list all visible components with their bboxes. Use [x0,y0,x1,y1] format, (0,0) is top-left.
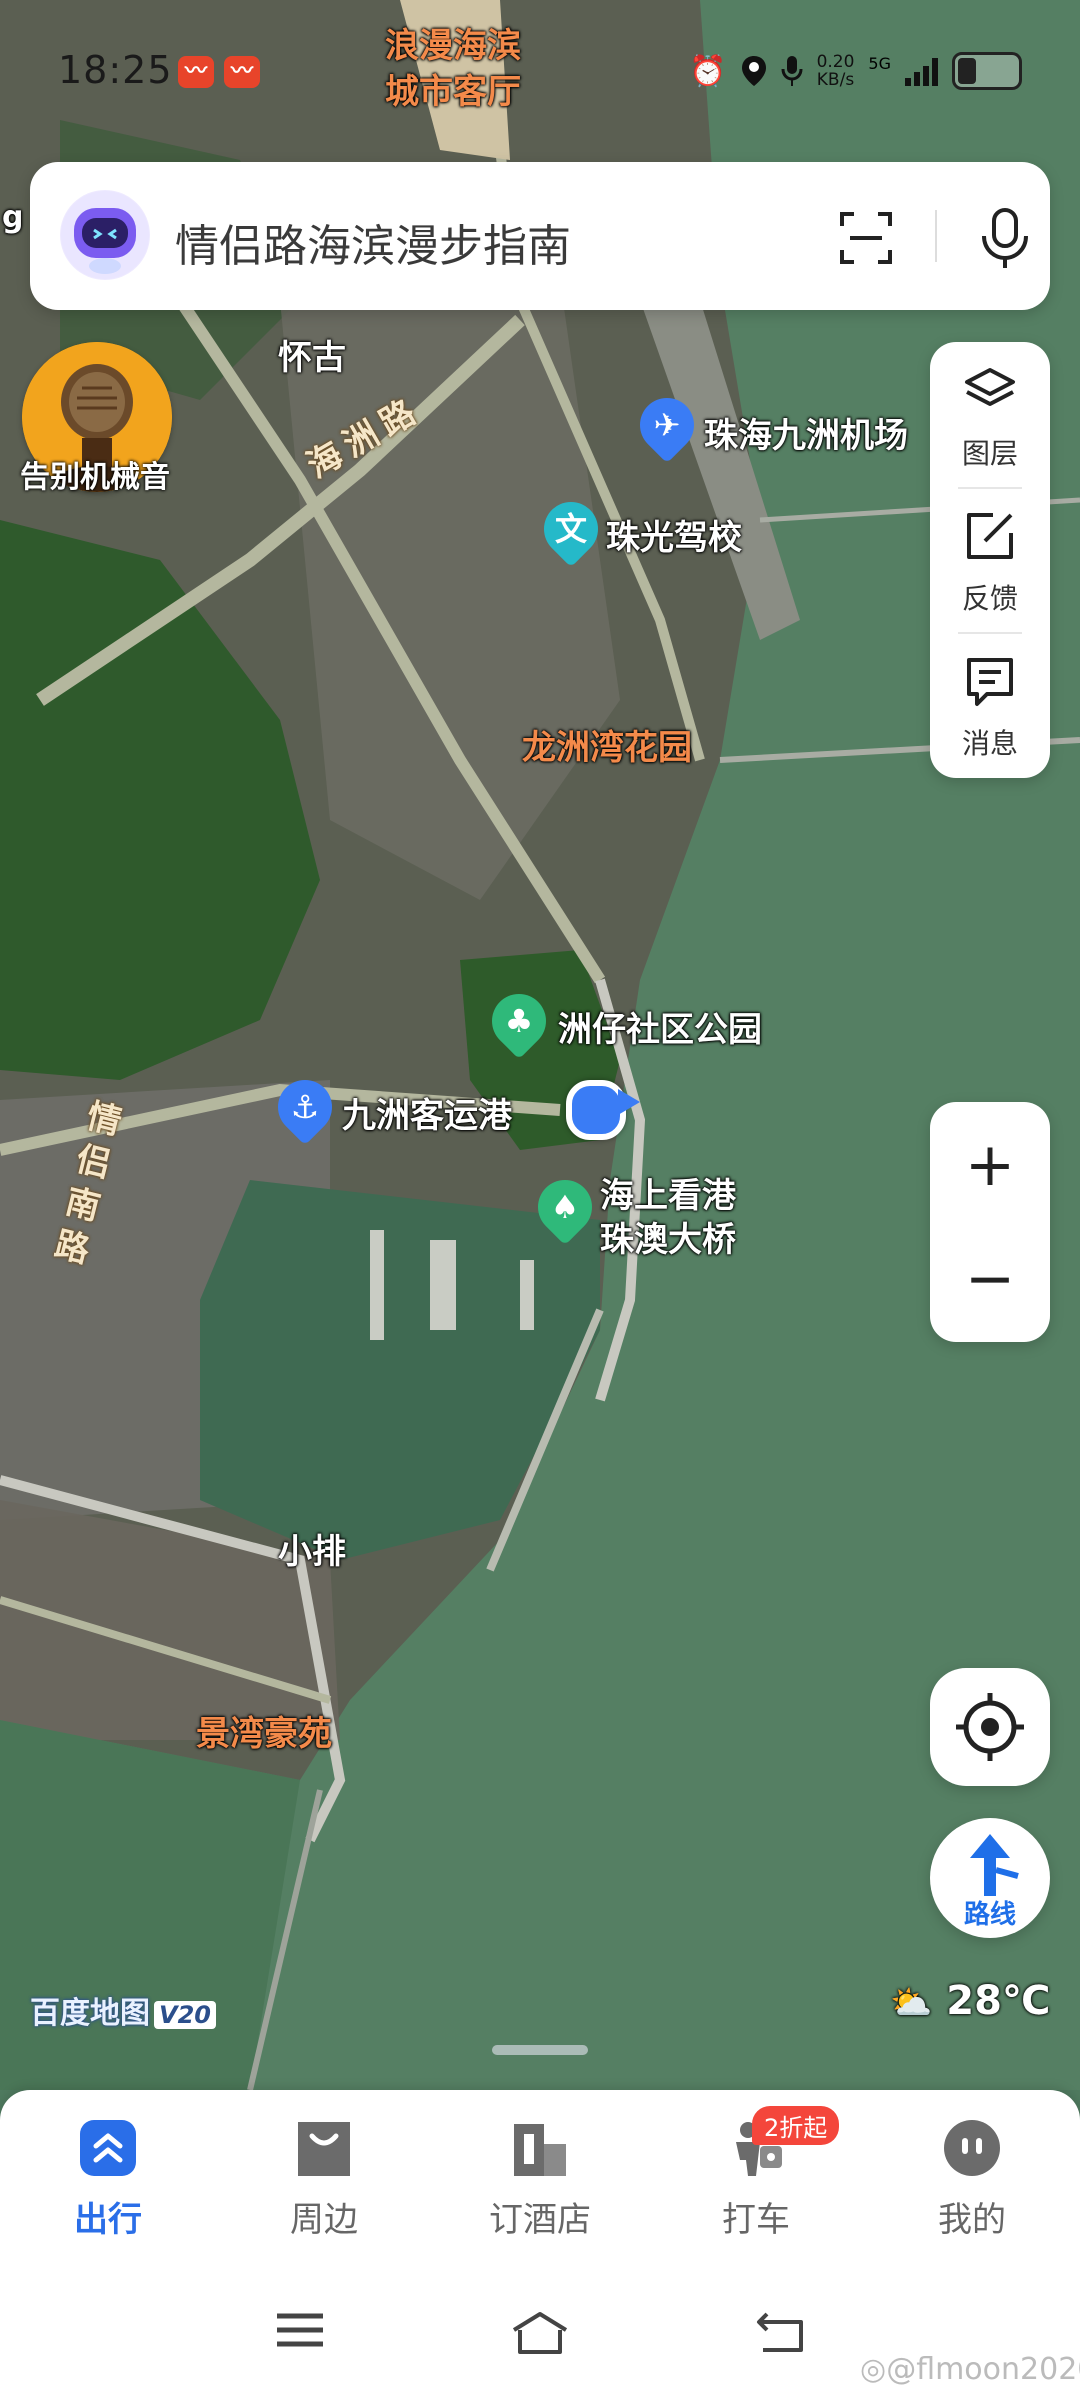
zoom-in-button[interactable]: + [930,1110,1050,1220]
poi-pin-ferry-port[interactable]: ⚓ [266,1068,344,1146]
message-icon [967,658,1013,706]
tab-hotel[interactable]: 订酒店 [460,2116,620,2246]
map-label-xiaopai[interactable]: 小排 [278,1524,346,1573]
voice-input-icon[interactable] [975,206,1035,270]
search-input[interactable]: 情侣路海滨漫步指南 [175,210,571,274]
crosshair-icon [956,1693,1024,1761]
feedback-button[interactable]: 反馈 [930,487,1050,632]
map-label-ferry-port[interactable]: 九洲客运港 [342,1088,512,1137]
net-speed-unit: KB/s [816,70,855,90]
weather-widget[interactable]: ⛅ 28℃ [890,1978,1050,2024]
tab-label: 周边 [290,2200,358,2240]
route-label: 路线 [963,1900,1016,1930]
status-time: 18:25 [58,48,173,92]
notification-app-icon: 〰 [224,56,260,88]
drawer-handle[interactable] [492,2045,588,2055]
partly-cloudy-icon: ⛅ [890,1983,933,2023]
status-right: ⏰ 0.20 KB/s 5G [689,52,1022,90]
map-label-longzhou-garden[interactable]: 龙洲湾花园 [522,720,692,769]
nearby-icon [298,2122,350,2176]
map-label-huaigu[interactable]: 怀古 [278,330,346,379]
back-icon[interactable] [755,2310,805,2354]
map-label-sea-view[interactable]: 海上看港 [600,1168,736,1217]
notification-app-icon: 〰 [178,56,214,88]
scan-icon[interactable] [840,212,892,264]
park-icon: ♣ [504,1002,534,1040]
assistant-avatar[interactable] [60,190,150,280]
map-label-park[interactable]: 洲仔社区公园 [558,1002,762,1051]
tab-travel[interactable]: 出行 [28,2116,188,2246]
profile-icon [944,2120,1000,2176]
tab-label: 我的 [938,2200,1006,2240]
poi-pin-sea-view[interactable]: ♠ [526,1168,604,1246]
taxi-discount-badge: 2折起 [752,2106,840,2145]
search-bar[interactable]: 情侣路海滨漫步指南 [30,162,1050,310]
map-label-edge: g [2,200,24,235]
map-label-bridge[interactable]: 珠澳大桥 [600,1212,736,1261]
education-icon: 文 [554,510,587,548]
zoom-out-button[interactable]: − [930,1224,1050,1334]
poi-pin-airport[interactable]: ✈ [628,386,706,464]
tab-profile[interactable]: 我的 [892,2116,1052,2246]
poi-pin-park[interactable]: ♣ [480,982,558,1060]
map-tools-panel: 图层 反馈 消息 [930,342,1050,778]
home-icon[interactable] [510,2310,570,2354]
weibo-icon: ◎ [860,2352,887,2387]
heading-arrow-icon [618,1089,640,1115]
tab-label: 订酒店 [489,2200,591,2240]
watermark: ◎@flmoon2020 [860,2352,1080,2387]
layers-icon [965,368,1015,406]
anchor-icon: ⚓ [290,1088,320,1126]
battery-icon [952,52,1022,90]
map-label-jingwan[interactable]: 景湾豪苑 [196,1706,332,1755]
tab-label: 出行 [74,2200,142,2240]
zoom-control: + − [930,1102,1050,1342]
robot-assistant-icon [61,191,149,279]
layers-label: 图层 [961,437,1018,470]
watermark-text: @flmoon2020 [886,2352,1080,2387]
route-button[interactable]: 路线 [930,1818,1050,1938]
messages-label: 消息 [961,727,1018,760]
mic-icon [781,56,803,86]
tab-label: 打车 [722,2200,790,2240]
airplane-icon: ✈ [653,406,681,444]
status-bar: 18:25 〰 〰 ⏰ 0.20 KB/s 5G [0,40,1080,110]
map-label-airport[interactable]: 珠海九洲机场 [704,408,908,457]
map-label-driving-school[interactable]: 珠光驾校 [606,510,742,559]
feedback-icon [967,513,1013,559]
messages-button[interactable]: 消息 [930,632,1050,777]
tab-nearby[interactable]: 周边 [244,2116,404,2246]
logo-text: 百度地图 [30,1996,150,2031]
hotel-icon [514,2124,566,2176]
current-location-marker [566,1080,626,1140]
alarm-icon: ⏰ [689,53,727,89]
layers-button[interactable]: 图层 [930,342,1050,487]
tree-icon: ♠ [550,1188,580,1226]
locate-me-button[interactable] [930,1668,1050,1786]
menu-icon[interactable] [275,2310,325,2350]
network-type: 5G [868,53,891,73]
temperature: 28℃ [946,1978,1051,2024]
location-icon [741,56,766,86]
search-divider [935,210,937,262]
logo-version: V20 [154,2001,216,2029]
net-speed: 0.20 KB/s [817,53,855,89]
feedback-label: 反馈 [961,582,1018,615]
poi-pin-driving-school[interactable]: 文 [532,490,610,568]
baidu-map-logo: 百度地图 V20 [30,1988,216,2032]
signal-icon [905,56,938,86]
voice-promo-label[interactable]: 告别机械音 [20,452,170,496]
travel-icon [80,2120,136,2176]
net-speed-value: 0.20 [816,52,855,72]
